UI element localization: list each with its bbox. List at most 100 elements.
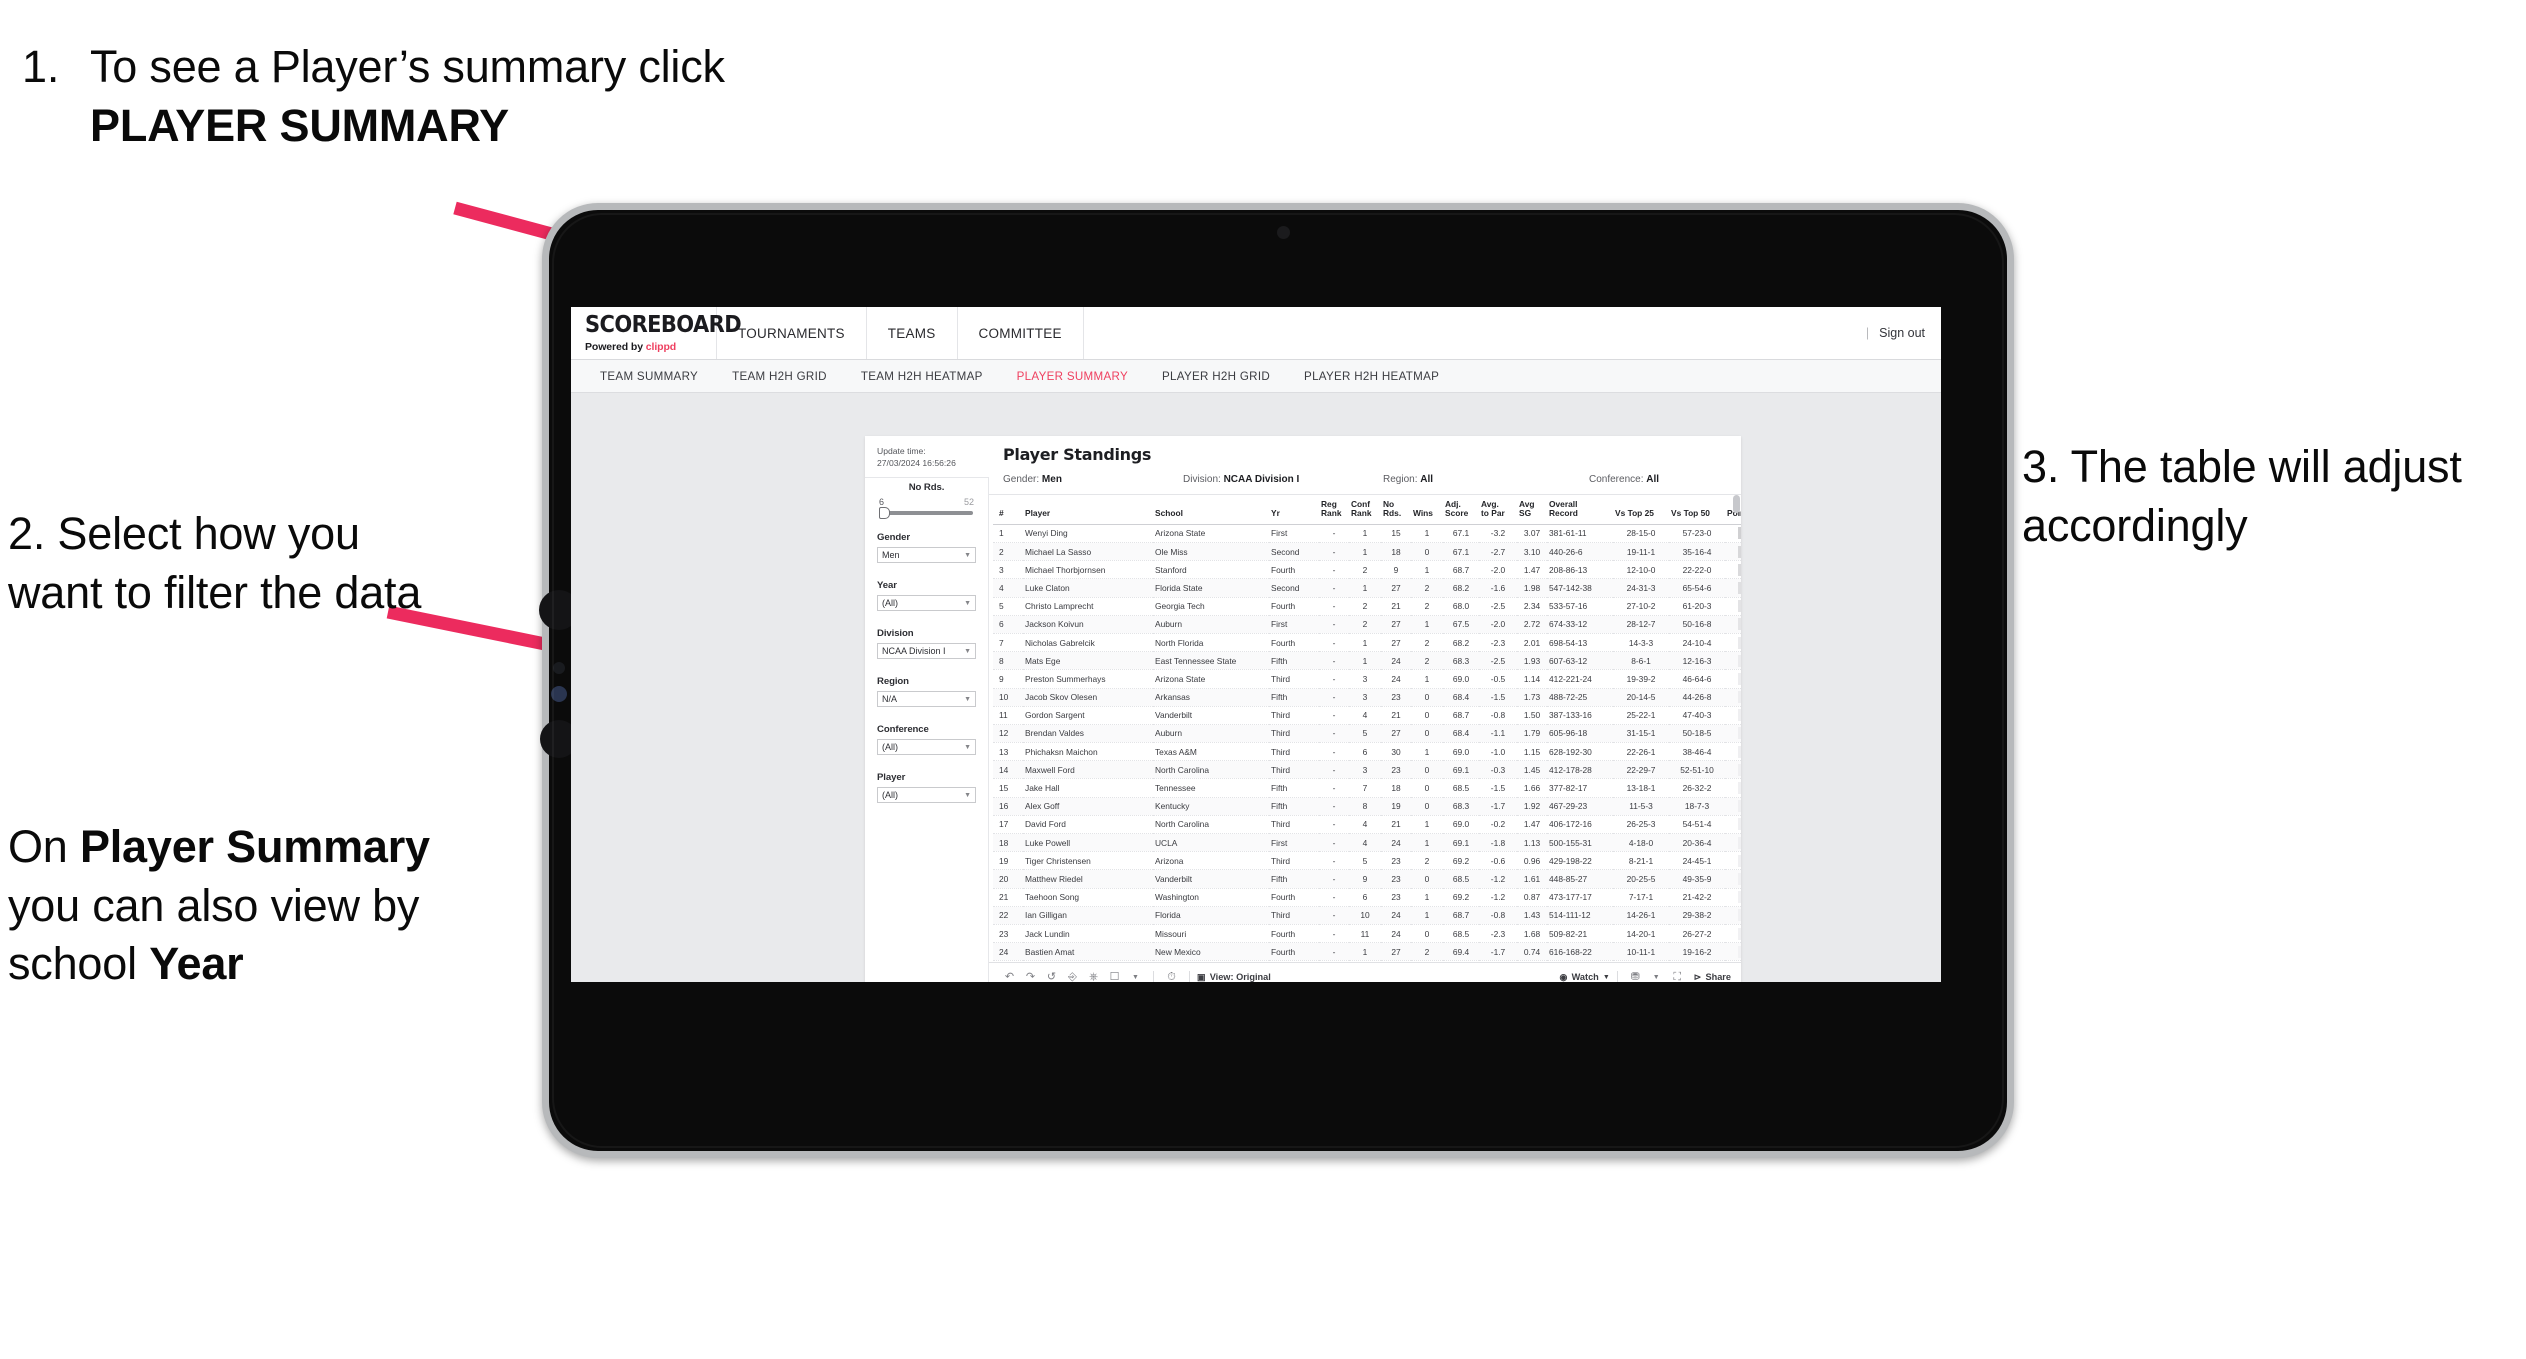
table-row[interactable]: 4 Luke Claton Florida State Second -1 27 2 68.2… [993, 578, 1741, 598]
fullscreen-icon[interactable]: ⛶ [1667, 971, 1688, 982]
history-icon[interactable]: ⏱ [1161, 971, 1182, 982]
table-row[interactable]: 21 Taehoon Song Washington Fourth -6 23 1 69.2-… [993, 888, 1741, 907]
cell-rank: 8 [993, 651, 1023, 671]
cell-school: Georgia Tech [1153, 597, 1269, 616]
tab-team-h2h-heatmap[interactable]: TEAM H2H HEATMAP [844, 370, 1000, 383]
cell-yr: Fourth [1269, 960, 1319, 962]
cell-school: Tennessee [1153, 778, 1269, 798]
cell-overall-record: 448-85-27 [1547, 869, 1613, 889]
cell-vs-top-25: 24-31-3 [1613, 578, 1669, 598]
col-school[interactable]: School [1153, 495, 1269, 525]
cell-overall-record: 607-63-12 [1547, 651, 1613, 671]
cell-conf-rank: 2 [1349, 597, 1381, 616]
view-original-button[interactable]: ▣ View: Original [1197, 972, 1271, 983]
table-row[interactable]: 17 David Ford North Carolina Third -4 21 1 69.0… [993, 815, 1741, 835]
table-row[interactable]: 3 Michael Thorbjornsen Stanford Fourth -2 9 1 6… [993, 560, 1741, 580]
col-adj-score[interactable]: Adj. Score [1443, 495, 1479, 525]
col-adj-l2: Score [1445, 508, 1469, 519]
chevron-down-icon[interactable]: ▼ [1646, 974, 1667, 981]
share-button[interactable]: ⊳ Share [1694, 972, 1731, 983]
cell-adj-score: 69.0 [1443, 815, 1479, 835]
tab-player-h2h-heatmap[interactable]: PLAYER H2H HEATMAP [1287, 370, 1456, 383]
table-row[interactable]: 13 Phichaksn Maichon Texas A&M Third -6 30 1 69… [993, 742, 1741, 762]
nav-item-teams[interactable]: TEAMS [867, 307, 958, 359]
col-yr[interactable]: Yr [1269, 495, 1319, 525]
col-avg-to-par[interactable]: Avg. to Par [1479, 495, 1517, 525]
cell-adj-score: 68.5 [1443, 960, 1479, 962]
table-row[interactable]: 22 Ian Gilligan Florida Third -10 24 1 68.7 -0.8… [993, 906, 1741, 925]
table-scrollbar[interactable] [1733, 495, 1740, 513]
table-row[interactable]: 14 Maxwell Ford North Carolina Third -3 23 0 69… [993, 760, 1741, 780]
table-row[interactable]: 19 Tiger Christensen Arizona Third -5 23 2 69.2… [993, 851, 1741, 871]
cell-yr: Fifth [1269, 869, 1319, 889]
cell-overall-record: 429-198-22 [1547, 851, 1613, 871]
table-row[interactable]: 15 Jake Hall Tennessee Fifth -7 18 0 68.5 -1.5 1.… [993, 778, 1741, 798]
cell-points: 40.27 [1725, 924, 1741, 944]
table-row[interactable]: 7 Nicholas Gabrelcik North Florida Fourth -1… [993, 633, 1741, 653]
table-row[interactable]: 2 Michael La Sasso Ole Miss Second -1 18 0 67.1… [993, 542, 1741, 562]
col-rank[interactable]: # [993, 495, 1023, 525]
cell-school: Arizona State [1153, 669, 1269, 689]
filter-region-select[interactable]: N/A ▼ [877, 691, 976, 707]
cell-school: Washington [1153, 888, 1269, 907]
col-conf-rank[interactable]: Conf Rank [1349, 495, 1381, 525]
col-vs-top-25[interactable]: Vs Top 25 [1613, 495, 1669, 525]
col-vs-top-50[interactable]: Vs Top 50 [1669, 495, 1725, 525]
col-overall-record[interactable]: Overall Record [1547, 495, 1613, 525]
col-reg-rank[interactable]: Reg Rank [1319, 495, 1349, 525]
filter-year-select[interactable]: (All) ▼ [877, 595, 976, 611]
download-icon[interactable]: ⛃ [1625, 971, 1646, 982]
col-player[interactable]: Player [1023, 495, 1153, 525]
no-rds-slider-handle[interactable] [879, 507, 890, 519]
table-row[interactable]: 8 Mats Ege East Tennessee State Fifth -1 24 2 6… [993, 651, 1741, 671]
cell-avg-to-par: -1.2 [1479, 960, 1517, 962]
cell-no-rds: 23 [1381, 851, 1411, 871]
table-row[interactable]: 25Cole SherwoodVanderbiltFourth-1223168.… [993, 960, 1741, 962]
refresh-data-icon[interactable]: ⎆ [1062, 971, 1083, 982]
nav-item-committee[interactable]: COMMITTEE [958, 307, 1084, 359]
col-wins[interactable]: Wins [1411, 495, 1443, 525]
tab-player-summary[interactable]: PLAYER SUMMARY [1000, 370, 1145, 383]
cell-avg-sg: 3.07 [1517, 524, 1547, 544]
chevron-down-icon[interactable]: ▼ [1125, 974, 1146, 981]
filter-player-select[interactable]: (All) ▼ [877, 787, 976, 803]
table-row[interactable]: 9 Preston Summerhays Arizona State Third -3 2… [993, 669, 1741, 689]
table-row[interactable]: 18 Luke Powell UCLA First -4 24 1 69.1 -1.8 1.13 5… [993, 833, 1741, 853]
tab-team-h2h-grid[interactable]: TEAM H2H GRID [715, 370, 844, 383]
points-value: 40.27 [1738, 927, 1741, 940]
cell-adj-score: 68.4 [1443, 724, 1479, 744]
cell-avg-to-par: -0.8 [1479, 906, 1517, 925]
filter-gender-select[interactable]: Men ▼ [877, 547, 976, 563]
player-standings-panel: Update time: 27/03/2024 16:56:26 No Rds.… [865, 436, 1741, 982]
table-row[interactable]: 16 Alex Goff Kentucky Fifth -8 19 0 68.3 -1.7 1.9… [993, 797, 1741, 816]
cell-wins: 2 [1411, 633, 1443, 653]
tab-player-h2h-grid[interactable]: PLAYER H2H GRID [1145, 370, 1287, 383]
sign-out-link[interactable]: Sign out [1879, 326, 1925, 340]
table-row[interactable]: 23 Jack Lundin Missouri Fourth -11 24 0 68.5 -2.… [993, 924, 1741, 944]
no-rds-slider[interactable] [879, 507, 973, 519]
table-row[interactable]: 10 Jacob Skov Olesen Arkansas Fifth -3 23 0 68.… [993, 688, 1741, 707]
redo-icon[interactable]: ↷ [1020, 971, 1041, 982]
cell-no-rds: 24 [1381, 669, 1411, 689]
undo-icon[interactable]: ↶ [999, 971, 1020, 982]
cell-school: North Carolina [1153, 815, 1269, 835]
tab-team-summary[interactable]: TEAM SUMMARY [583, 370, 715, 383]
revert-icon[interactable]: ↺ [1041, 971, 1062, 982]
standings-table-container[interactable]: # Player School Yr Reg Rank Conf Rank No Rd… [989, 495, 1741, 962]
filter-division-select[interactable]: NCAA Division I ▼ [877, 643, 976, 659]
table-row[interactable]: 11 Gordon Sargent Vanderbilt Third -4 21 0 68.7… [993, 706, 1741, 725]
table-row[interactable]: 20 Matthew Riedel Vanderbilt Fifth -9 23 0 68.5… [993, 869, 1741, 889]
cell-player: Taehoon Song [1023, 888, 1153, 907]
filter-conference-select[interactable]: (All) ▼ [877, 739, 976, 755]
watch-button[interactable]: ◉ Watch ▼ [1560, 972, 1610, 983]
table-row[interactable]: 5 Christo Lamprecht Georgia Tech Fourth -2 21… [993, 597, 1741, 616]
custom-view-icon[interactable]: ☐ [1104, 971, 1125, 982]
col-avg-sg[interactable]: Avg SG [1517, 495, 1547, 525]
table-row[interactable]: 1 Wenyi Ding Arizona State First -1 15 1 67.1 -3… [993, 524, 1741, 544]
col-no-rds[interactable]: No Rds. [1381, 495, 1411, 525]
table-row[interactable]: 12 Brendan Valdes Auburn Third -5 27 0 68.4 -1.1… [993, 724, 1741, 744]
table-row[interactable]: 24 Bastien Amat New Mexico Fourth -1 27 2 69.4-… [993, 942, 1741, 962]
pause-updates-icon[interactable]: ⎈ [1083, 971, 1104, 982]
table-row[interactable]: 6 Jackson Koivun Auburn First -2 27 1 67.5 -2.0 2… [993, 615, 1741, 634]
cell-points: 43.95 [1725, 724, 1741, 744]
